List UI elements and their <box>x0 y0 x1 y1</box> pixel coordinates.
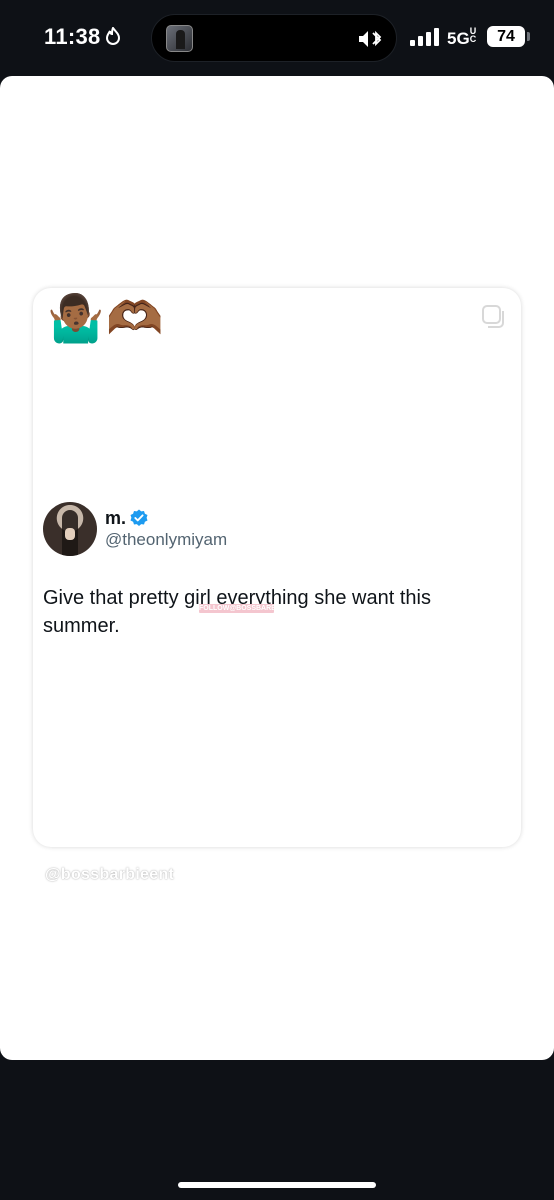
battery-nub <box>527 32 530 41</box>
display-name[interactable]: m. <box>105 508 126 529</box>
network-type: 5GUC <box>447 26 477 49</box>
battery-icon: 74 <box>487 26 525 47</box>
emoji-caption: 🤷🏾‍♂️🫶🏾 <box>47 292 166 344</box>
copy-icon[interactable] <box>481 304 507 330</box>
home-indicator[interactable] <box>178 1182 376 1188</box>
status-bar: 11:38 5GUC 74 <box>0 0 554 76</box>
inline-watermark: FOLLOW@BOSSBARBIEENT <box>199 604 274 613</box>
avatar-detail <box>65 528 75 540</box>
user-handle[interactable]: @theonlymiyam <box>105 530 227 550</box>
mute-icon <box>359 30 382 47</box>
source-watermark: @bossbarbieent <box>45 866 175 883</box>
dynamic-island[interactable] <box>151 14 397 62</box>
signal-icon <box>410 28 439 46</box>
media-thumbnail[interactable] <box>166 25 193 52</box>
avatar[interactable] <box>43 502 97 556</box>
status-time: 11:38 <box>44 24 101 49</box>
verified-badge-icon <box>130 509 148 526</box>
tweet-card[interactable] <box>33 288 521 847</box>
flame-icon <box>105 27 121 45</box>
battery-level: 74 <box>497 28 515 45</box>
